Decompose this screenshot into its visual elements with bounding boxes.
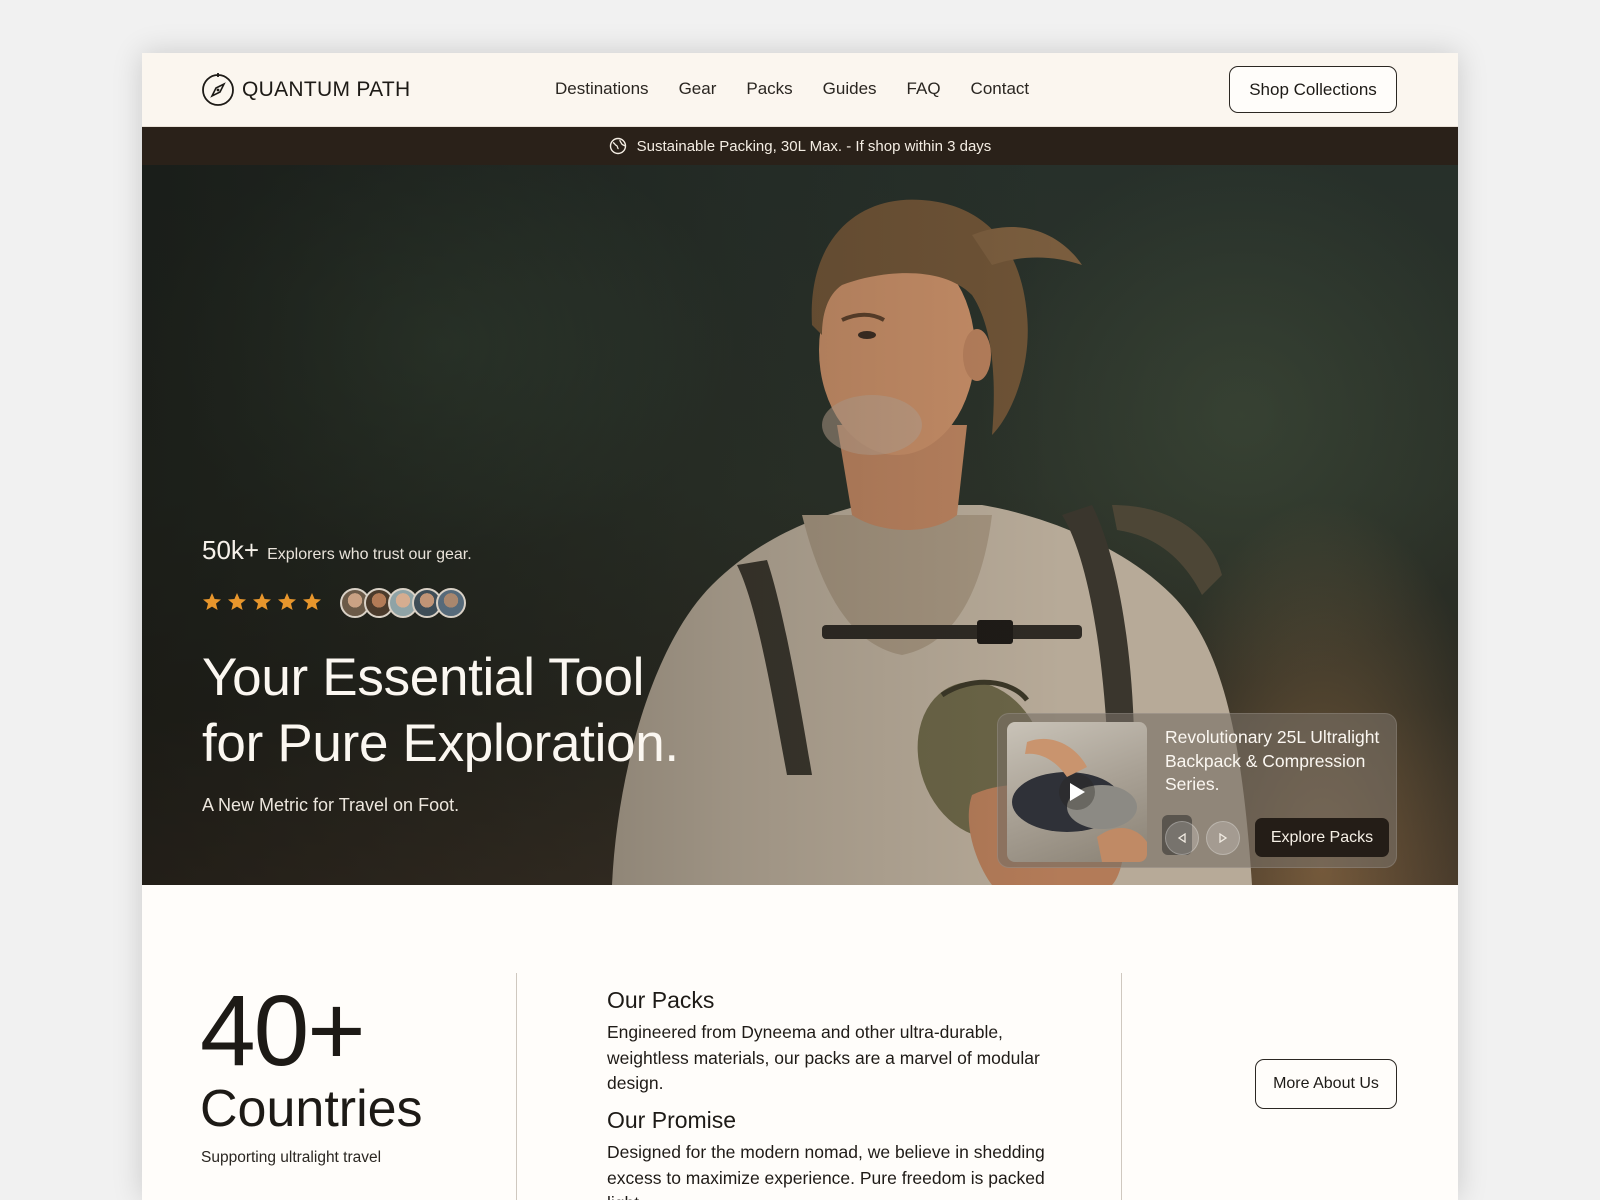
brand-logo[interactable]: QUANTUM PATH bbox=[200, 72, 410, 108]
our-packs-text: Engineered from Dyneema and other ultra-… bbox=[607, 1022, 1040, 1093]
trust-badge: 50k+ Explorers who trust our gear. bbox=[202, 535, 472, 566]
avatar bbox=[436, 588, 466, 618]
nav-faq[interactable]: FAQ bbox=[907, 79, 941, 99]
stat-caption: Supporting ultralight travel bbox=[201, 1149, 382, 1166]
nav-guides[interactable]: Guides bbox=[823, 79, 877, 99]
about-section: 40+ Countries Supporting ultralight trav… bbox=[142, 885, 1458, 1200]
promo-video-thumbnail[interactable] bbox=[1007, 722, 1147, 862]
star-icon bbox=[203, 593, 221, 610]
nav-destinations[interactable]: Destinations bbox=[555, 79, 649, 99]
brand-name: QUANTUM PATH bbox=[242, 78, 411, 101]
hero-headline: Your Essential Tool for Pure Exploration… bbox=[202, 645, 762, 777]
chevron-left-icon bbox=[1177, 833, 1186, 843]
product-promo-card: Revolutionary 25L Ultralight Backpack & … bbox=[997, 713, 1397, 868]
more-about-us-button[interactable]: More About Us bbox=[1255, 1059, 1397, 1109]
play-icon bbox=[1070, 783, 1085, 801]
trust-count: 50k+ bbox=[202, 535, 260, 565]
nav-packs[interactable]: Packs bbox=[746, 79, 792, 99]
play-button[interactable] bbox=[1059, 774, 1095, 810]
divider bbox=[516, 973, 517, 1200]
our-promise-block: Our Promise Designed for the modern noma… bbox=[607, 1107, 1047, 1200]
star-icon bbox=[303, 593, 321, 610]
our-promise-title: Our Promise bbox=[607, 1107, 737, 1133]
next-slide-button[interactable] bbox=[1206, 821, 1240, 855]
announcement-text: Sustainable Packing, 30L Max. - If shop … bbox=[636, 137, 992, 155]
promo-title: Revolutionary 25L Ultralight Backpack & … bbox=[1165, 727, 1380, 794]
hero-subheadline: A New Metric for Travel on Foot. bbox=[202, 795, 460, 815]
divider bbox=[1121, 973, 1122, 1200]
main-nav: Destinations Gear Packs Guides FAQ Conta… bbox=[555, 79, 1029, 99]
star-icon bbox=[253, 593, 271, 610]
trust-label: Explorers who trust our gear. bbox=[267, 546, 472, 563]
page-frame: QUANTUM PATH Destinations Gear Packs Gui… bbox=[142, 53, 1458, 1200]
globe-icon bbox=[609, 137, 626, 155]
shop-collections-button[interactable]: Shop Collections bbox=[1229, 66, 1397, 113]
rating-stars bbox=[202, 592, 322, 612]
our-packs-title: Our Packs bbox=[607, 987, 715, 1013]
headline-line-2: for Pure Exploration. bbox=[202, 714, 679, 773]
explore-packs-button[interactable]: Explore Packs bbox=[1255, 818, 1389, 857]
our-packs-block: Our Packs Engineered from Dyneema and ot… bbox=[607, 987, 1047, 1097]
compass-icon bbox=[202, 73, 234, 106]
headline-line-1: Your Essential Tool bbox=[202, 648, 645, 707]
stat-word: Countries bbox=[200, 1080, 423, 1138]
nav-gear[interactable]: Gear bbox=[679, 79, 717, 99]
star-icon bbox=[228, 593, 246, 610]
prev-slide-button[interactable] bbox=[1165, 821, 1199, 855]
stat-number: 40+ bbox=[200, 975, 366, 1087]
hero-section: 50k+ Explorers who trust our gear. Your … bbox=[142, 165, 1458, 885]
star-icon bbox=[278, 593, 296, 610]
our-promise-text: Designed for the modern nomad, we believ… bbox=[607, 1142, 1045, 1200]
customer-avatars bbox=[340, 588, 466, 618]
announcement-bar: Sustainable Packing, 30L Max. - If shop … bbox=[142, 127, 1458, 165]
site-header: QUANTUM PATH Destinations Gear Packs Gui… bbox=[142, 53, 1458, 127]
chevron-right-icon bbox=[1219, 833, 1228, 843]
nav-contact[interactable]: Contact bbox=[971, 79, 1030, 99]
